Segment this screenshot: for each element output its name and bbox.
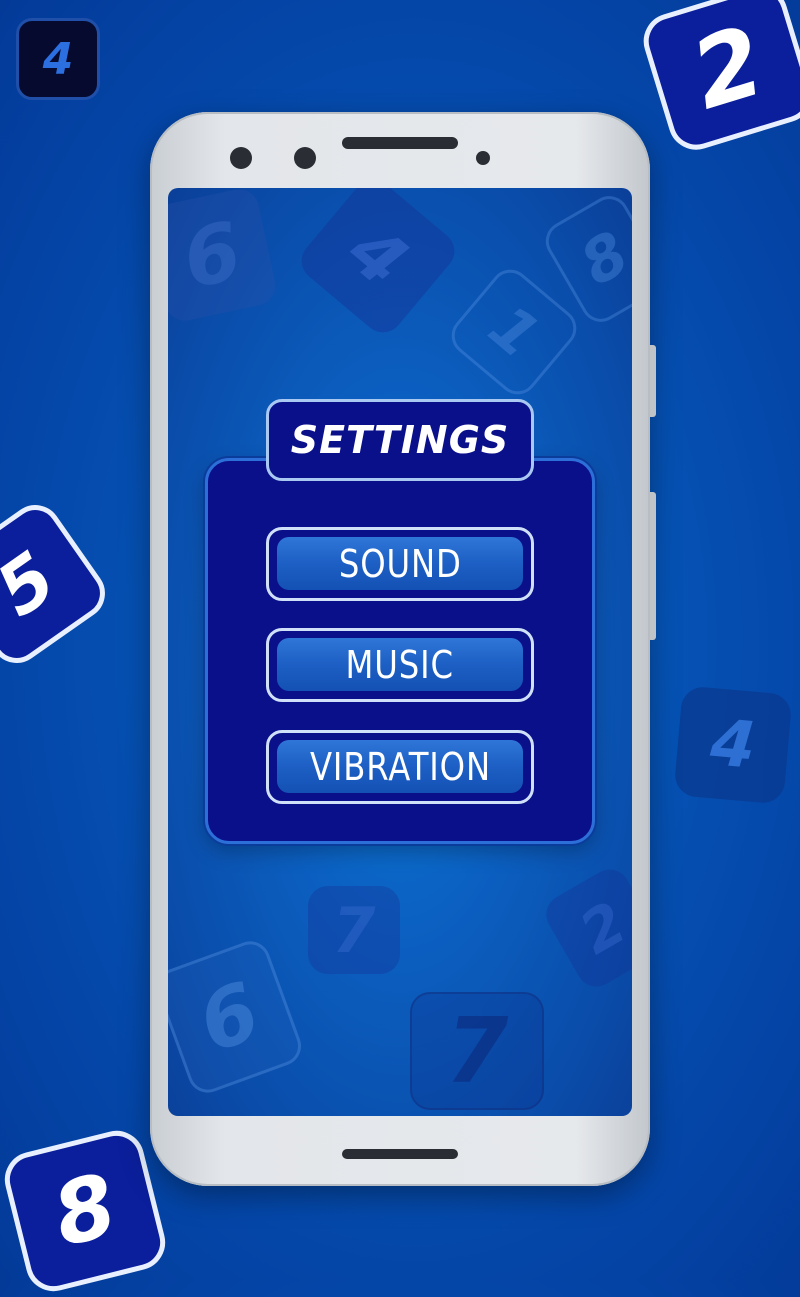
phone-side-button-volume	[650, 492, 656, 640]
page-title: SETTINGS	[290, 418, 510, 462]
music-button[interactable]: MUSIC	[266, 628, 534, 702]
screen-tile: 4	[293, 188, 463, 341]
phone-side-button-power	[650, 345, 656, 417]
phone-bottom-speaker	[342, 1149, 458, 1159]
screen-tile: 7	[410, 992, 544, 1110]
screen-tile: 2	[539, 862, 632, 994]
phone-proximity-sensor-icon	[476, 151, 490, 165]
screen-tile: 6	[168, 935, 307, 1099]
phone-sensor-icon	[294, 147, 316, 169]
sound-button[interactable]: SOUND	[266, 527, 534, 601]
sound-button-label: SOUND	[338, 542, 462, 586]
phone-speaker	[342, 137, 458, 149]
number-tile-5: 5	[0, 494, 116, 674]
screen-tile: 1	[443, 261, 585, 403]
number-tile-4: 4	[16, 18, 100, 100]
vibration-button[interactable]: VIBRATION	[266, 730, 534, 804]
vibration-button-label: VIBRATION	[309, 745, 491, 789]
screen-tile: 7	[308, 886, 400, 974]
number-tile-2: 2	[636, 0, 800, 157]
number-tile-8: 8	[0, 1124, 172, 1297]
phone-camera-icon	[230, 147, 252, 169]
screen-tile: 6	[168, 188, 280, 325]
number-tile-4-faded: 4	[673, 685, 793, 805]
settings-title-box: SETTINGS	[266, 399, 534, 481]
music-button-label: MUSIC	[345, 643, 455, 687]
